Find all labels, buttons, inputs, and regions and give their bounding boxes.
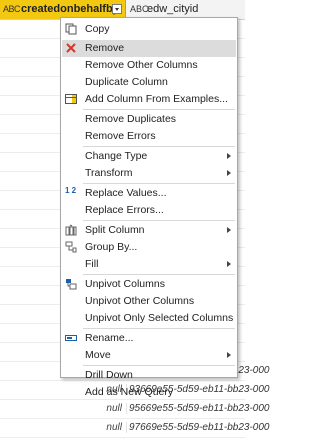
menu-separator: [83, 183, 235, 184]
menu-item-label: Replace Errors...: [85, 204, 164, 216]
menu-item-label: Duplicate Column: [85, 76, 168, 88]
menu-item-duplicate-column[interactable]: Duplicate Column: [62, 74, 236, 91]
table-row: null 95669e55-5d59-eb11-bb23-000: [0, 400, 270, 419]
menu-item-label: Unpivot Only Selected Columns: [85, 312, 234, 324]
submenu-arrow-icon: [227, 261, 231, 267]
column-name: createdonbehalfby: [21, 3, 119, 15]
column-filter-dropdown-icon[interactable]: [112, 4, 122, 14]
text-type-icon[interactable]: ABC: [130, 3, 149, 15]
menu-item-label: Copy: [85, 23, 110, 35]
menu-item-remove[interactable]: Remove: [62, 40, 236, 57]
menu-item-label: Add as New Query: [85, 386, 174, 398]
null-cell[interactable]: null: [106, 422, 122, 433]
menu-item-group-by[interactable]: Group By...: [62, 239, 236, 256]
text-type-icon[interactable]: ABC: [3, 3, 21, 15]
menu-item-split-column[interactable]: Split Column: [62, 222, 236, 239]
menu-item-label: Add Column From Examples...: [85, 93, 228, 105]
add-column-from-examples-icon: [65, 93, 77, 105]
table-row: null 97669e55-5d59-eb11-bb23-000: [0, 419, 270, 438]
menu-separator: [83, 328, 235, 329]
menu-separator: [83, 109, 235, 110]
menu-item-change-type[interactable]: Change Type: [62, 148, 236, 165]
submenu-arrow-icon: [227, 227, 231, 233]
menu-item-label: Remove Duplicates: [85, 113, 177, 125]
menu-item-drill-down[interactable]: Drill Down: [62, 367, 236, 384]
menu-item-label: Group By...: [85, 241, 138, 253]
menu-item-label: Unpivot Other Columns: [85, 295, 195, 307]
menu-item-replace-values[interactable]: 1 2 Replace Values...: [62, 185, 236, 202]
menu-item-label: Remove: [85, 42, 125, 54]
unpivot-columns-icon: [65, 278, 77, 290]
menu-item-transform[interactable]: Transform: [62, 165, 236, 182]
submenu-arrow-icon: [227, 170, 231, 176]
menu-item-label: Drill Down: [85, 369, 133, 381]
menu-separator: [83, 365, 235, 366]
menu-separator: [83, 220, 235, 221]
menu-item-label: Change Type: [85, 150, 148, 162]
replace-values-icon: 1 2: [65, 186, 77, 195]
null-cell[interactable]: null: [106, 403, 122, 414]
menu-item-add-as-new-query[interactable]: Add as New Query: [62, 384, 236, 401]
menu-item-remove-other-columns[interactable]: Remove Other Columns: [62, 57, 236, 74]
column-header-edw-cityid[interactable]: edw_cityid: [147, 3, 198, 16]
split-column-icon: [65, 224, 77, 236]
menu-item-replace-errors[interactable]: Replace Errors...: [62, 202, 236, 219]
group-by-icon: [65, 241, 77, 253]
menu-item-move[interactable]: Move: [62, 347, 236, 364]
menu-item-label: Rename...: [85, 332, 134, 344]
guid-cell[interactable]: 95669e55-5d59-eb11-bb23-000: [126, 403, 270, 414]
menu-item-label: Fill: [85, 258, 99, 270]
submenu-arrow-icon: [227, 352, 231, 358]
menu-item-unpivot-only-selected-columns[interactable]: Unpivot Only Selected Columns: [62, 310, 236, 327]
menu-item-rename[interactable]: Rename...: [62, 330, 236, 347]
menu-item-unpivot-other-columns[interactable]: Unpivot Other Columns: [62, 293, 236, 310]
menu-item-remove-errors[interactable]: Remove Errors: [62, 128, 236, 145]
menu-separator: [83, 274, 235, 275]
column-context-menu: Copy Remove Remove Other Columns Duplica…: [60, 17, 238, 398]
menu-item-unpivot-columns[interactable]: Unpivot Columns: [62, 276, 236, 293]
menu-item-copy[interactable]: Copy: [62, 21, 236, 38]
guid-cell[interactable]: 97669e55-5d59-eb11-bb23-000: [126, 422, 270, 433]
menu-item-label: Transform: [85, 167, 133, 179]
rename-icon: [65, 332, 77, 344]
menu-item-label: Remove Other Columns: [85, 59, 198, 71]
menu-separator: [83, 146, 235, 147]
menu-item-fill[interactable]: Fill: [62, 256, 236, 273]
menu-item-add-column-from-examples[interactable]: Add Column From Examples...: [62, 91, 236, 108]
menu-item-label: Move: [85, 349, 111, 361]
menu-item-label: Split Column: [85, 224, 145, 236]
menu-item-label: Remove Errors: [85, 130, 156, 142]
remove-x-icon: [65, 42, 77, 54]
menu-item-remove-duplicates[interactable]: Remove Duplicates: [62, 111, 236, 128]
menu-item-label: Unpivot Columns: [85, 278, 165, 290]
submenu-arrow-icon: [227, 153, 231, 159]
menu-item-label: Replace Values...: [85, 187, 167, 199]
copy-icon: [65, 23, 77, 35]
